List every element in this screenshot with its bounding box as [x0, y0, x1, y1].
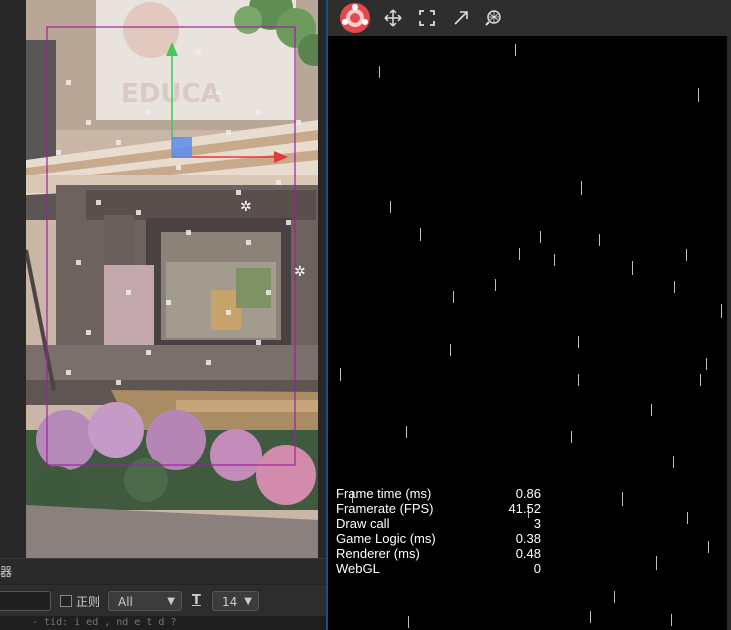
font-size-select[interactable]: 14 ▼: [212, 591, 259, 611]
stat-row: Game Logic (ms) 0.38: [336, 531, 541, 546]
globe-icon[interactable]: [484, 9, 502, 27]
stat-row: Draw call 3: [336, 516, 541, 531]
stat-value: 3: [533, 516, 541, 531]
stat-label: Draw call: [336, 516, 390, 531]
font-size-value: 14: [222, 595, 238, 609]
rect-icon[interactable]: [418, 9, 436, 27]
scene-left-ruler: [0, 0, 27, 558]
sign-label: EDUCA: [121, 79, 221, 109]
stat-row: Framerate (FPS) 41.52: [336, 501, 541, 516]
stat-label: Framerate (FPS): [336, 501, 434, 516]
profiler-stats: Frame time (ms) 0.86 Framerate (FPS) 41.…: [336, 486, 541, 576]
stat-value: 41.52: [508, 501, 541, 516]
regex-checkbox[interactable]: [60, 595, 72, 607]
stat-row: WebGL 0: [336, 561, 541, 576]
chevron-down-icon: ▼: [244, 596, 252, 607]
console-search-input[interactable]: [0, 591, 51, 611]
stat-value: 0: [533, 561, 541, 576]
particle-emitter-icon[interactable]: ✲: [240, 199, 252, 215]
scene-viewport[interactable]: EDUCA ✲ ✲: [26, 0, 318, 558]
stat-value: 0.86: [515, 486, 541, 501]
stat-row: Renderer (ms) 0.48: [336, 546, 541, 561]
logo-icon[interactable]: [338, 1, 372, 35]
particle-emitter-icon[interactable]: ✲: [294, 264, 306, 280]
game-panel: Frame time (ms) 0.86 Framerate (FPS) 41.…: [328, 0, 731, 630]
log-level-select[interactable]: All ▼: [108, 591, 182, 611]
stat-label: Renderer (ms): [336, 546, 420, 561]
scene-panel[interactable]: EDUCA ✲ ✲: [0, 0, 326, 558]
scale-icon[interactable]: [452, 9, 470, 27]
chevron-down-icon: ▼: [167, 596, 175, 607]
stat-label: Game Logic (ms): [336, 531, 436, 546]
game-toolbar: [328, 0, 731, 37]
font-size-icon: T: [192, 593, 201, 608]
move-icon[interactable]: [384, 9, 402, 27]
console-tab-bar: 器: [0, 558, 326, 585]
scene-right-edge: [318, 0, 326, 558]
stat-label: WebGL: [336, 561, 380, 576]
console-log-line: - tid: i ed , nd e t d ?: [0, 616, 326, 630]
console-tab[interactable]: 器: [0, 559, 12, 585]
console-toolbar: 正则 All ▼ T 14 ▼: [0, 584, 326, 617]
regex-label: 正则: [76, 595, 101, 609]
stat-value: 0.38: [515, 531, 541, 546]
stat-value: 0.48: [515, 546, 541, 561]
stat-row: Frame time (ms) 0.86: [336, 486, 541, 501]
game-panel-edge: [727, 36, 731, 630]
log-level-value: All: [118, 595, 133, 609]
stat-label: Frame time (ms): [336, 486, 432, 501]
